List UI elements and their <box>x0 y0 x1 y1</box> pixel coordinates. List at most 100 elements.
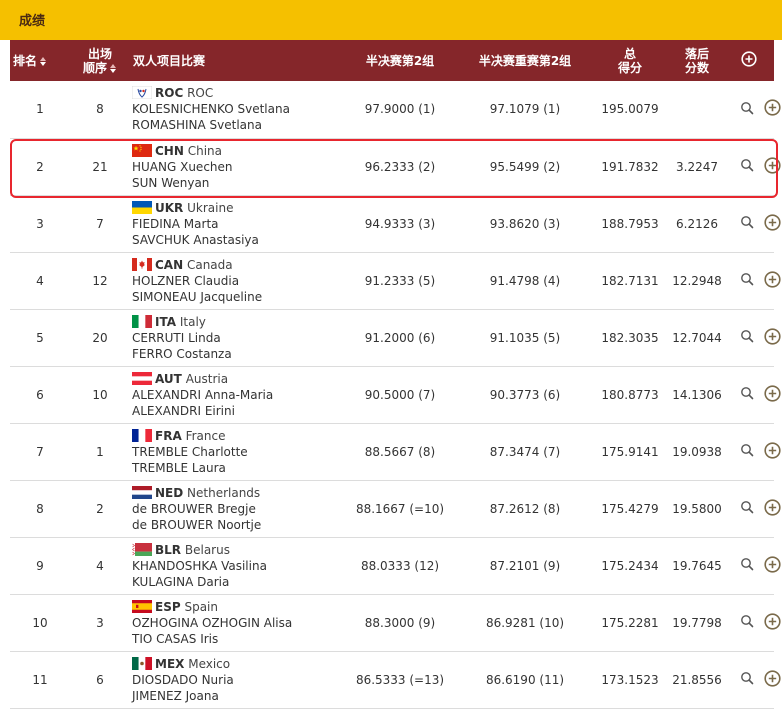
athlete-name-2: SAVCHUK Anastasiya <box>132 232 259 247</box>
magnifier-icon[interactable] <box>740 614 754 631</box>
behind-cell: 12.2948 <box>670 252 724 310</box>
plus-circle-icon[interactable] <box>764 213 781 234</box>
flag-esp-icon <box>132 599 152 613</box>
plus-circle-icon[interactable] <box>764 612 781 633</box>
semi-score: 91.2000 (6) <box>364 330 436 345</box>
table-row[interactable]: 6 10 AUT Austria ALEXANDRI Anna-Maria ALEXAN… <box>10 366 781 424</box>
semi-rep-score-cell: 86.6190 (11) <box>460 651 590 709</box>
rank-value: 8 <box>36 501 44 516</box>
semi-rep-score-cell: 95.5499 (2) <box>460 138 590 196</box>
semi-score-cell: 88.0333 (12) <box>340 537 460 595</box>
plus-circle-icon[interactable] <box>764 156 781 177</box>
team-cell: ITA Italy CERRUTI Linda FERRO Costanza <box>130 309 340 367</box>
athlete-name-2: ROMASHINA Svetlana <box>132 118 262 133</box>
table-row[interactable]: 10 3 ESP Spain OZHOGINA OZHOGIN Alisa TIO CA… <box>10 594 781 652</box>
behind-value: 19.5800 <box>672 501 722 516</box>
semi-rep-score-cell: 86.9281 (10) <box>460 594 590 652</box>
header-semi-rep: 半决赛重赛第2组 <box>460 40 590 81</box>
plus-circle-icon[interactable] <box>764 441 781 462</box>
team-cell: NED Netherlands de BROUWER Bregje de BROUW… <box>130 480 340 538</box>
header-behind-line2: 分数 <box>684 60 709 75</box>
table-row[interactable]: 7 1 FRA France TREMBLE Charlotte TREMBLE Lau… <box>10 423 781 481</box>
actions-cell <box>724 480 781 538</box>
country-name: Netherlands <box>187 485 261 500</box>
flag-roc-icon <box>132 86 152 100</box>
country-name: Spain <box>184 599 218 614</box>
actions-cell <box>724 594 781 652</box>
behind-value: 12.7044 <box>672 330 722 345</box>
behind-cell: 19.7798 <box>670 594 724 652</box>
header-semi-rep-label: 半决赛重赛第2组 <box>478 53 572 68</box>
behind-value: 12.2948 <box>672 273 722 288</box>
header-order[interactable]: 出场 顺序 <box>70 40 130 81</box>
table-row[interactable]: 5 20 ITA Italy CERRUTI Linda FERRO Costanza 9… <box>10 309 781 367</box>
plus-circle-icon[interactable] <box>764 327 781 348</box>
order-value: 10 <box>92 387 108 402</box>
semi-score: 94.9333 (3) <box>364 216 436 231</box>
rank-cell: 8 <box>10 480 70 538</box>
plus-circle-icon[interactable] <box>764 555 781 576</box>
magnifier-icon[interactable] <box>740 272 754 289</box>
behind-cell: 14.1306 <box>670 366 724 424</box>
plus-circle-icon[interactable] <box>764 669 781 690</box>
magnifier-icon[interactable] <box>740 329 754 346</box>
header-total-line1: 总 <box>623 46 636 61</box>
total-score: 175.4279 <box>601 501 659 516</box>
plus-circle-icon[interactable] <box>764 270 781 291</box>
table-row[interactable]: 1 8 ROC ROC KOLESNICHENKO Svetlana ROMASHINA… <box>10 81 781 139</box>
rank-cell: 9 <box>10 537 70 595</box>
country-line: ESP Spain <box>132 599 340 615</box>
plus-circle-icon[interactable] <box>764 99 781 119</box>
total-score: 173.1523 <box>601 672 659 687</box>
page-title: 成绩 <box>0 0 782 40</box>
flag-blr-icon <box>132 542 152 556</box>
table-row[interactable]: 11 6 MEX Mexico DIOSDADO Nuria JIMENEZ Joana… <box>10 651 781 709</box>
total-score: 188.7953 <box>601 216 659 231</box>
order-value: 3 <box>96 615 104 630</box>
athlete-name-2: ALEXANDRI Eirini <box>132 403 235 418</box>
magnifier-icon[interactable] <box>740 158 754 175</box>
noc-code: CHN <box>155 143 184 158</box>
semi-score-cell: 91.2000 (6) <box>340 309 460 367</box>
magnifier-icon[interactable] <box>740 500 754 517</box>
team-cell: AUT Austria ALEXANDRI Anna-Maria ALEXANDRI… <box>130 366 340 424</box>
magnifier-icon[interactable] <box>740 215 754 232</box>
plus-circle-icon[interactable] <box>764 384 781 405</box>
header-expand-all[interactable] <box>724 40 774 81</box>
table-row[interactable]: 9 4 BLR Belarus KHANDOSHKA Vasilina KULAGINA… <box>10 537 781 595</box>
sort-arrows-icon[interactable] <box>40 56 47 66</box>
table-row[interactable]: 8 2 NED Netherlands de BROUWER Bregje de BRO… <box>10 480 781 538</box>
sort-arrows-icon[interactable] <box>110 63 117 73</box>
table-row[interactable]: 2 21 CHN China HUANG Xuechen SUN Wenyan 96.23… <box>10 138 781 196</box>
athlete-name-2: de BROUWER Noortje <box>132 517 262 532</box>
country-line: AUT Austria <box>132 371 340 387</box>
magnifier-icon[interactable] <box>740 671 754 688</box>
rank-cell: 2 <box>10 138 70 196</box>
total-score-cell: 175.9141 <box>590 423 670 481</box>
magnifier-icon[interactable] <box>740 386 754 403</box>
table-row[interactable]: 4 12 CAN Canada HOLZNER Claudia SIMONEAU Jac… <box>10 252 781 310</box>
plus-circle-icon[interactable] <box>764 498 781 519</box>
athlete-name-2: SIMONEAU Jacqueline <box>132 289 263 304</box>
order-cell: 21 <box>70 138 130 196</box>
header-semi-label: 半决赛第2组 <box>365 53 435 68</box>
rank-cell: 1 <box>10 81 70 139</box>
behind-cell: 19.7645 <box>670 537 724 595</box>
order-cell: 4 <box>70 537 130 595</box>
semi-score: 88.5667 (8) <box>364 444 436 459</box>
rank-cell: 6 <box>10 366 70 424</box>
header-rank[interactable]: 排名 <box>10 40 70 81</box>
magnifier-icon[interactable] <box>740 443 754 460</box>
semi-rep-score-cell: 97.1079 (1) <box>460 81 590 139</box>
magnifier-icon[interactable] <box>740 557 754 574</box>
header-order-line2: 顺序 <box>73 61 127 75</box>
table-row[interactable]: 3 7 UKR Ukraine FIEDINA Marta SAVCHUK Anasta… <box>10 195 781 253</box>
total-score-cell: 182.3035 <box>590 309 670 367</box>
order-value: 6 <box>96 672 104 687</box>
actions-cell <box>724 651 781 709</box>
semi-score-cell: 91.2333 (5) <box>340 252 460 310</box>
noc-code: MEX <box>155 656 185 671</box>
total-score-cell: 175.2434 <box>590 537 670 595</box>
magnifier-icon[interactable] <box>740 101 754 118</box>
plus-circle-icon[interactable] <box>741 51 757 70</box>
